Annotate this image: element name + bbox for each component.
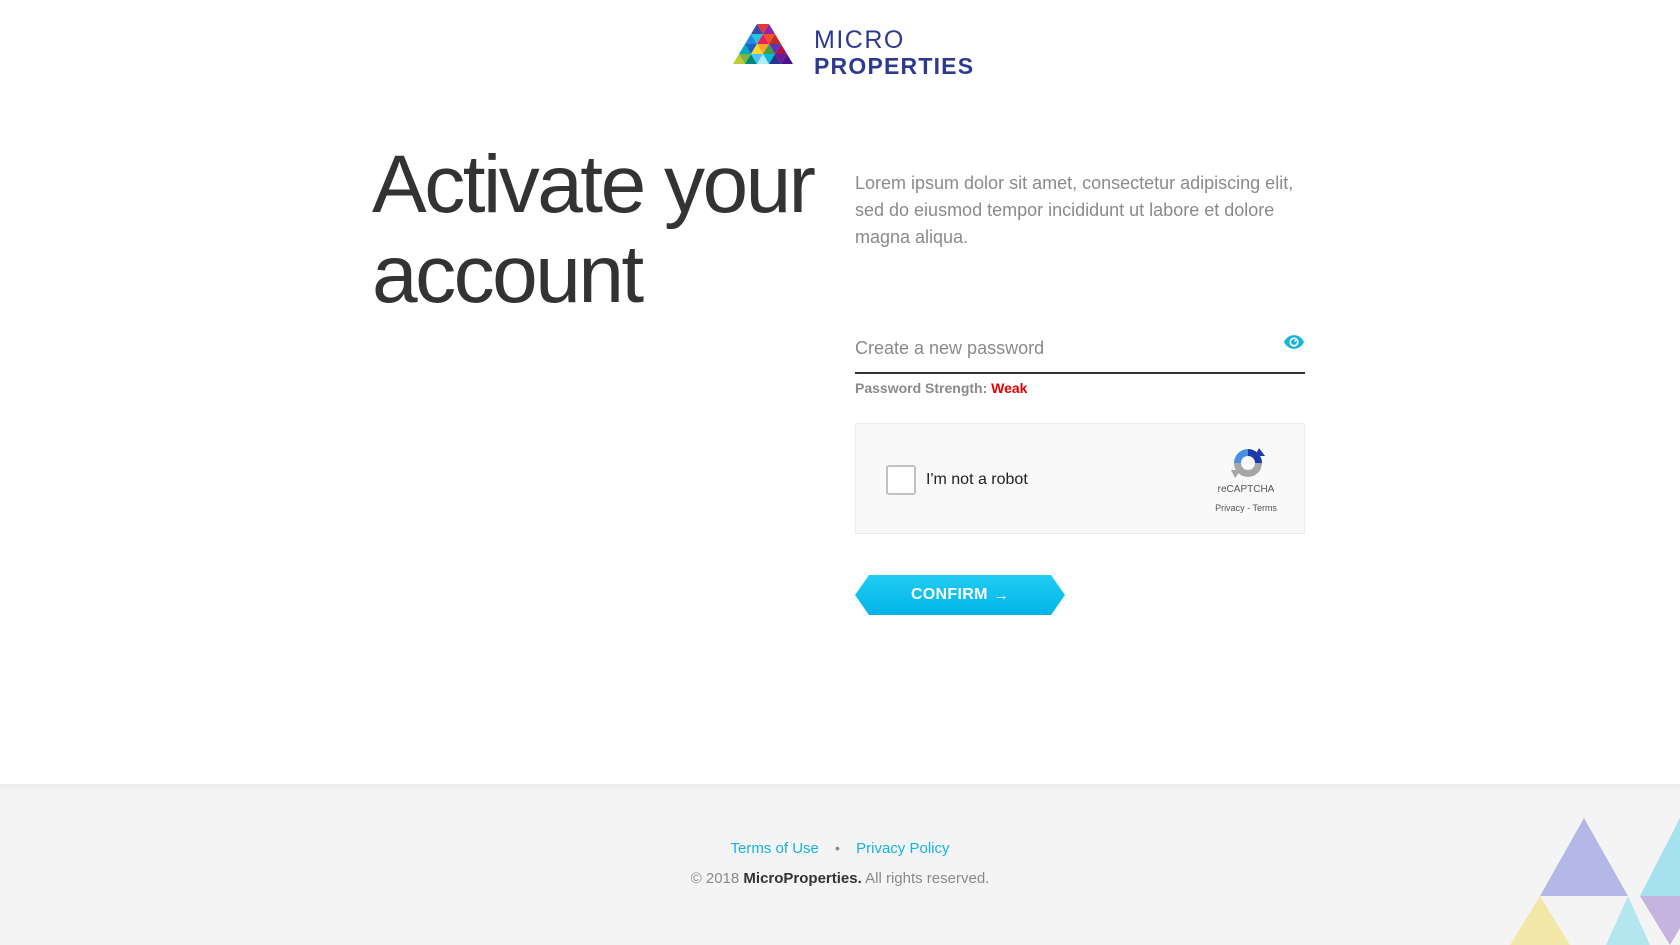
copyright: © 2018 MicroProperties. All rights reser… [0,870,1680,887]
eye-icon[interactable] [1283,334,1305,350]
recaptcha-terms-link[interactable]: Terms [1252,503,1277,513]
footer-triangle-decoration [1510,818,1680,945]
recaptcha-privacy-link[interactable]: Privacy [1215,503,1245,513]
confirm-button-label: CONFIRM [910,586,988,603]
copyright-suffix: All rights reserved. [865,870,990,887]
logo-word-properties: PROPERTIES [814,53,975,79]
logo-text: MICRO PROPERTIES [814,28,974,78]
password-strength-label: Password Strength: [855,380,988,396]
confirm-button[interactable]: CONFIRM → [855,575,1065,615]
password-field [855,326,1305,374]
password-strength: Password Strength: Weak [855,380,1027,396]
copyright-brand: MicroProperties. [743,870,862,887]
footer: Terms of Use • Privacy Policy © 2018 Mic… [0,784,1680,945]
recaptcha-label: I'm not a robot [926,471,1028,488]
recaptcha-logo-icon [1231,448,1265,478]
privacy-policy-link[interactable]: Privacy Policy [856,840,949,857]
copyright-prefix: © 2018 [690,870,740,887]
arrow-right-icon: → [993,586,1010,604]
triangle-mosaic-logo-icon [733,24,793,64]
intro-text: Lorem ipsum dolor sit amet, consectetur … [855,173,1294,247]
recaptcha-widget: I'm not a robot reCAPTCHA Privacy - Term… [855,423,1305,534]
terms-of-use-link[interactable]: Terms of Use [731,840,819,857]
recaptcha-checkbox[interactable] [886,465,916,495]
recaptcha-links-separator: - [1247,503,1251,513]
page-title: Activate your account [372,139,816,320]
recaptcha-brand: reCAPTCHA [1217,484,1275,495]
brand-logo[interactable]: MICRO PROPERTIES [733,24,974,78]
recaptcha-links: Privacy - Terms [1196,503,1296,513]
footer-links: Terms of Use • Privacy Policy [0,840,1680,857]
password-input[interactable] [855,330,1255,366]
password-strength-value: Weak [991,380,1028,396]
footer-separator: • [835,840,840,856]
logo-word-micro: MICRO [814,26,905,54]
